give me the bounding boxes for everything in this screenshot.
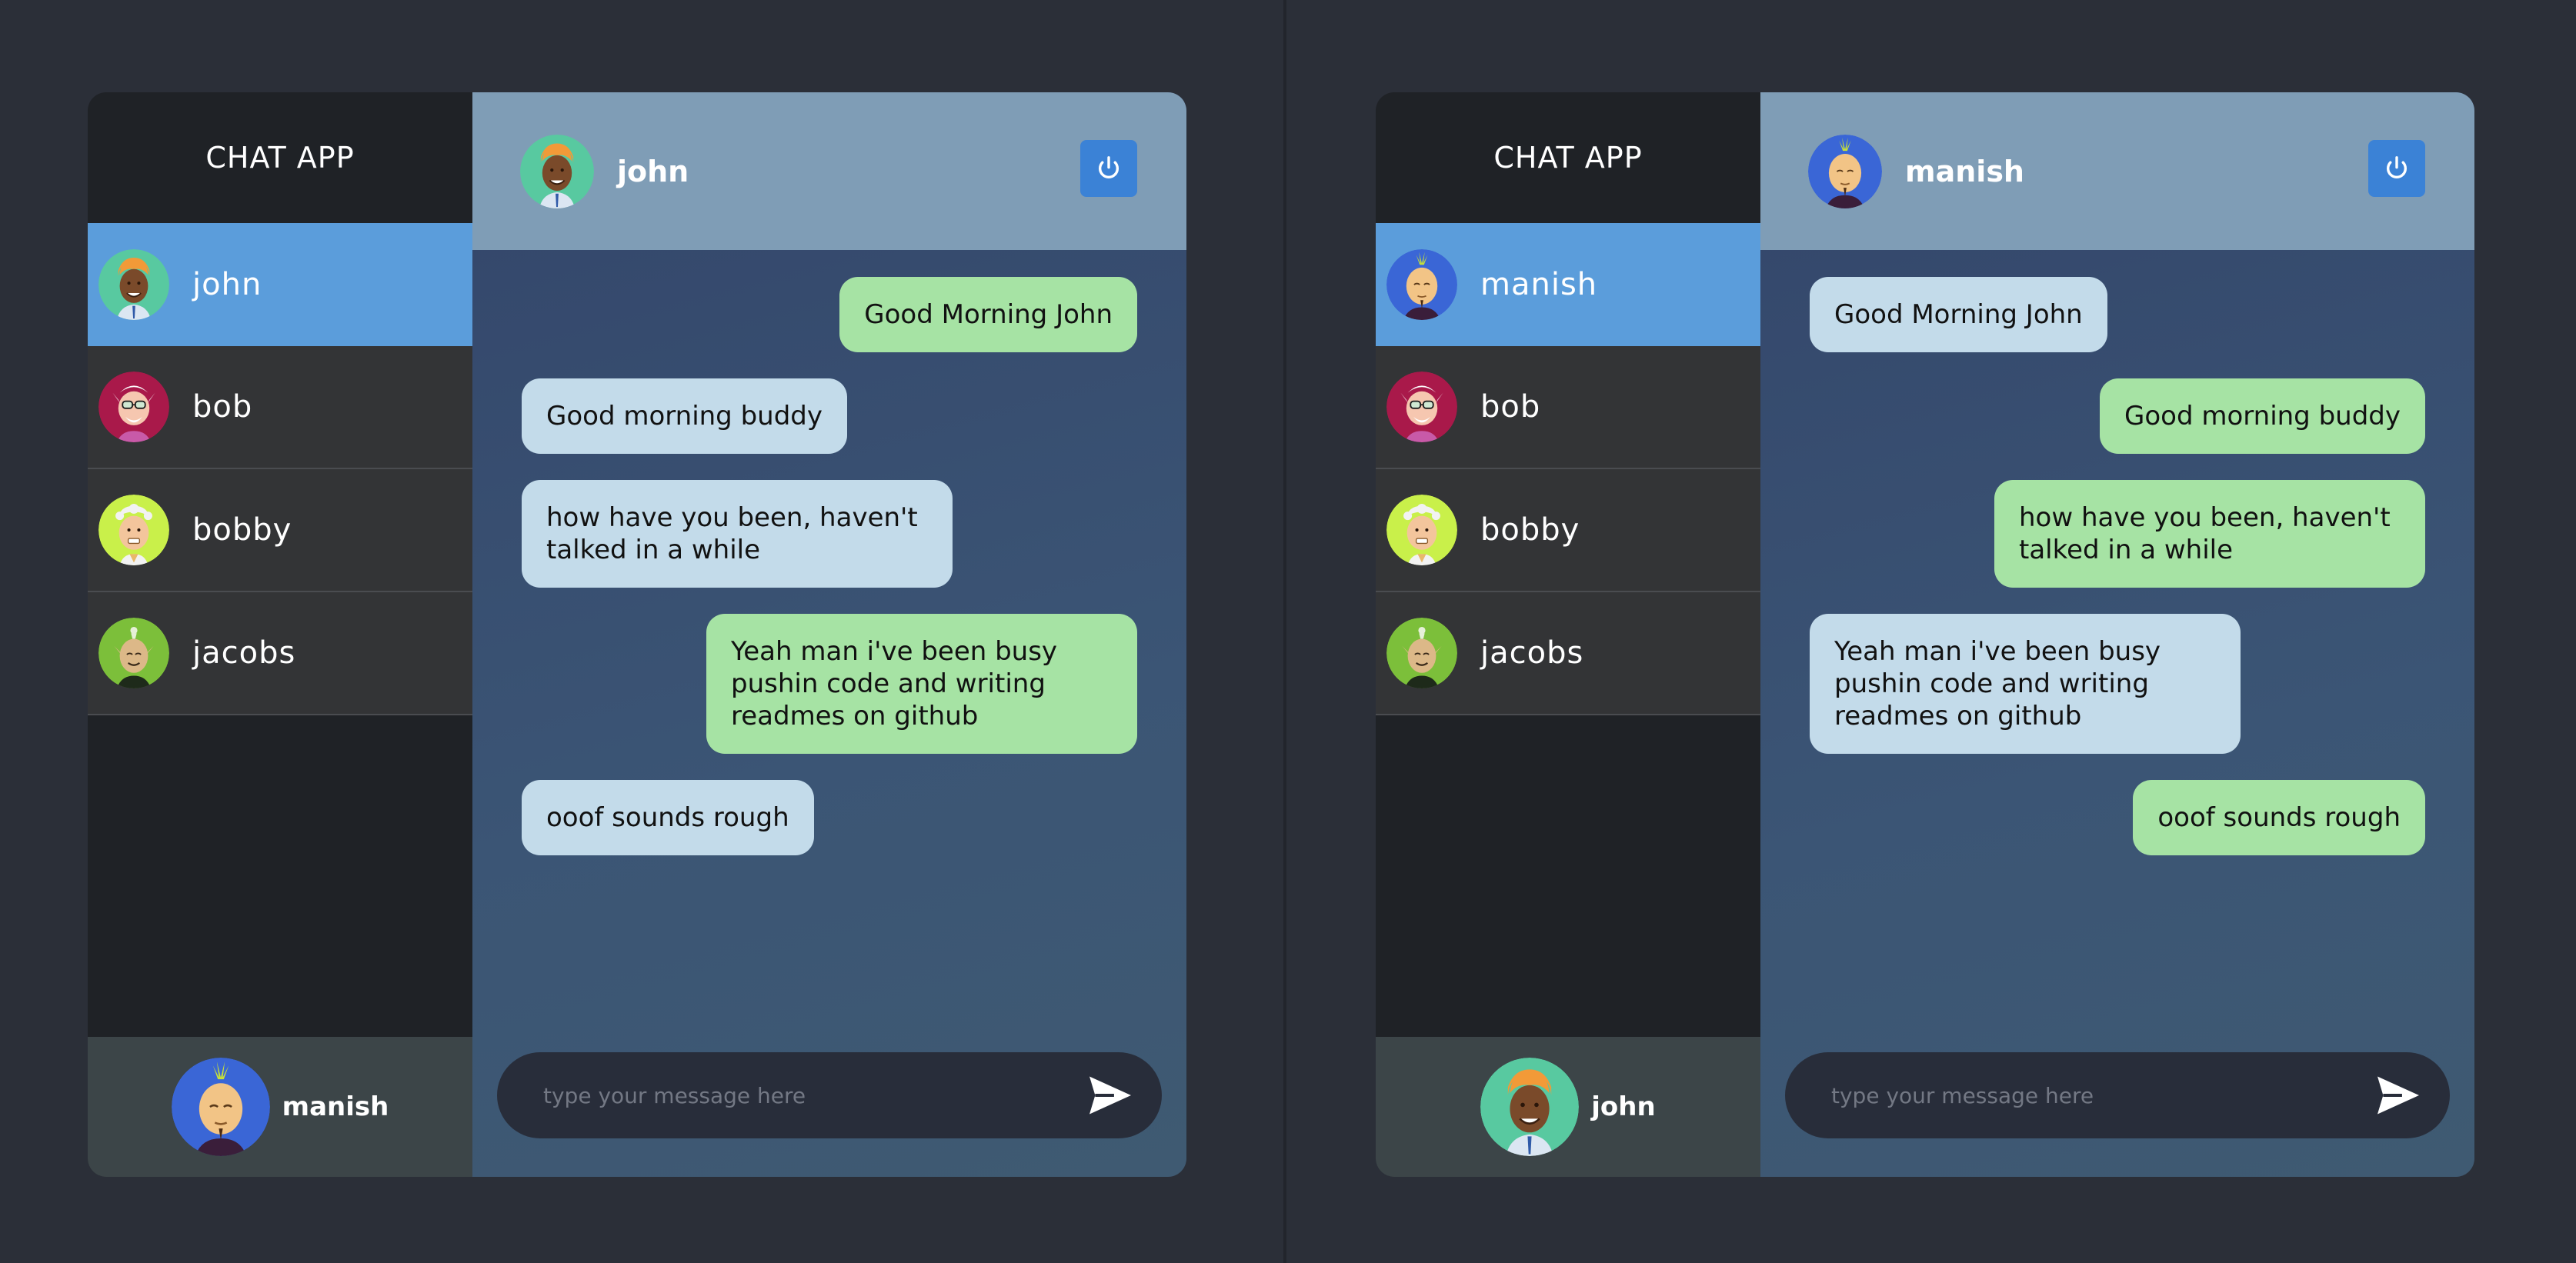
sidebar: CHAT APP manish bob bobby jacobs john — [1376, 92, 1760, 1177]
message-bubble-incoming: Good morning buddy — [522, 378, 847, 454]
message-composer — [497, 1052, 1162, 1138]
bobby-avatar-icon — [1386, 495, 1457, 565]
bob-avatar-icon — [98, 372, 169, 442]
contact-name: bobby — [192, 512, 292, 548]
contact-name: john — [192, 267, 262, 302]
contact-item-manish[interactable]: manish — [1376, 223, 1760, 346]
right-window: CHAT APP manish bob bobby jacobs john ma… — [1288, 0, 2573, 1263]
message-row: ooof sounds rough — [1810, 780, 2425, 855]
chat-panel: manish Good Morning John Good morning bu… — [1760, 92, 2474, 1177]
message-list: Good Morning John Good morning buddy how… — [522, 277, 1137, 881]
message-row: Good Morning John — [1810, 277, 2425, 352]
window-divider — [1283, 0, 1286, 1263]
current-user-name: john — [1591, 1091, 1656, 1122]
message-bubble-outgoing: how have you been, haven't talked in a w… — [1994, 480, 2425, 588]
contact-item-jacobs[interactable]: jacobs — [1376, 592, 1760, 715]
contact-name: bobby — [1480, 512, 1580, 548]
chat-partner-name: manish — [1905, 154, 2024, 188]
power-icon — [2386, 156, 2407, 178]
contact-name: manish — [1480, 267, 1598, 302]
message-row: ooof sounds rough — [522, 780, 1137, 855]
send-icon — [2377, 1076, 2419, 1115]
app-title: CHAT APP — [1493, 141, 1643, 175]
contact-name: bob — [1480, 389, 1541, 425]
current-user-bar: manish — [88, 1037, 472, 1177]
message-row: how have you been, haven't talked in a w… — [522, 480, 1137, 588]
message-bubble-outgoing: Good morning buddy — [2100, 378, 2425, 454]
john-avatar-icon — [1480, 1058, 1580, 1156]
contact-name: jacobs — [192, 635, 296, 671]
chat-header: john — [472, 92, 1186, 250]
left-window: CHAT APP john bob bobby jacobs manish jo… — [0, 0, 1285, 1263]
message-bubble-incoming: Good Morning John — [1810, 277, 2107, 352]
contact-item-bob[interactable]: bob — [1376, 346, 1760, 469]
message-bubble-outgoing: Yeah man i've been busy pushin code and … — [706, 614, 1137, 754]
send-button[interactable] — [2373, 1070, 2424, 1121]
jacobs-avatar-icon — [98, 618, 169, 688]
chat-header: manish — [1760, 92, 2474, 250]
send-button[interactable] — [1085, 1070, 1136, 1121]
message-bubble-outgoing: Good Morning John — [839, 277, 1137, 352]
contact-name: bob — [192, 389, 253, 425]
message-list: Good Morning John Good morning buddy how… — [1810, 277, 2425, 881]
contact-item-john[interactable]: john — [88, 223, 472, 346]
contact-item-jacobs[interactable]: jacobs — [88, 592, 472, 715]
current-user-bar: john — [1376, 1037, 1760, 1177]
message-row: how have you been, haven't talked in a w… — [1810, 480, 2425, 588]
power-icon — [1098, 156, 1119, 178]
message-bubble-incoming: Yeah man i've been busy pushin code and … — [1810, 614, 2241, 754]
chat-partner-name: john — [617, 154, 689, 188]
message-row: Good morning buddy — [522, 378, 1137, 454]
send-icon — [1089, 1076, 1131, 1115]
message-row: Good morning buddy — [1810, 378, 2425, 454]
message-row: Good Morning John — [522, 277, 1137, 352]
chat-panel: john Good Morning John Good morning budd… — [472, 92, 1186, 1177]
current-user-name: manish — [282, 1091, 389, 1122]
message-composer — [1785, 1052, 2450, 1138]
message-row: Yeah man i've been busy pushin code and … — [522, 614, 1137, 754]
message-bubble-incoming: ooof sounds rough — [522, 780, 814, 855]
manish-avatar-icon — [171, 1058, 270, 1156]
message-bubble-incoming: how have you been, haven't talked in a w… — [522, 480, 953, 588]
chat-app: CHAT APP manish bob bobby jacobs john ma… — [1376, 92, 2474, 1177]
manish-avatar-icon — [1386, 249, 1457, 320]
logout-button[interactable] — [1080, 140, 1137, 197]
manish-avatar-icon — [1808, 134, 1882, 208]
message-input[interactable] — [543, 1082, 1085, 1108]
message-input[interactable] — [1831, 1082, 2373, 1108]
contact-item-bobby[interactable]: bobby — [88, 469, 472, 592]
chat-app: CHAT APP john bob bobby jacobs manish jo… — [88, 92, 1186, 1177]
contact-name: jacobs — [1480, 635, 1584, 671]
logout-button[interactable] — [2368, 140, 2425, 197]
bobby-avatar-icon — [98, 495, 169, 565]
john-avatar-icon — [98, 249, 169, 320]
contact-item-bobby[interactable]: bobby — [1376, 469, 1760, 592]
sidebar: CHAT APP john bob bobby jacobs manish — [88, 92, 472, 1177]
john-avatar-icon — [520, 134, 594, 208]
message-row: Yeah man i've been busy pushin code and … — [1810, 614, 2425, 754]
bob-avatar-icon — [1386, 372, 1457, 442]
app-title: CHAT APP — [205, 141, 355, 175]
jacobs-avatar-icon — [1386, 618, 1457, 688]
message-bubble-outgoing: ooof sounds rough — [2133, 780, 2425, 855]
contact-item-bob[interactable]: bob — [88, 346, 472, 469]
